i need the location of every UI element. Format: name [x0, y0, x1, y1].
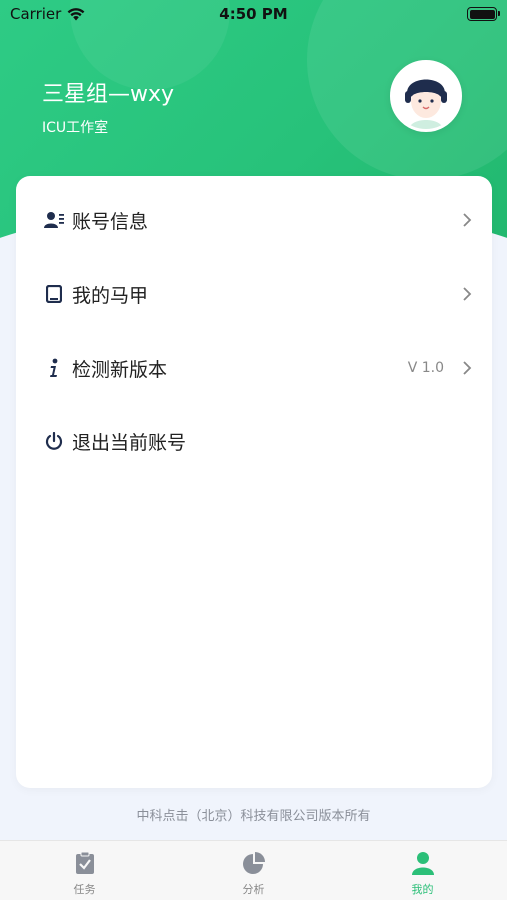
- menu-item-label: 检测新版本: [72, 358, 168, 381]
- menu-item-label: 账号信息: [72, 210, 149, 233]
- menu-item-check-update[interactable]: 检测新版本 V 1.0: [16, 338, 492, 398]
- clipboard-check-icon: [75, 851, 94, 874]
- menu-item-account-info[interactable]: 账号信息: [16, 190, 492, 250]
- chevron-right-icon: [463, 361, 472, 375]
- tab-tasks[interactable]: 任务: [0, 841, 169, 900]
- carrier: Carrier: [10, 5, 85, 23]
- tab-mine[interactable]: 我的: [338, 841, 507, 900]
- chevron-right-icon: [463, 287, 472, 301]
- user-card-icon: [44, 210, 64, 230]
- chevron-right-icon: [463, 213, 472, 227]
- battery-icon: [467, 7, 500, 21]
- avatar-illustration: [393, 63, 459, 129]
- copyright-footer: 中科点击（北京）科技有限公司版本所有: [136, 809, 371, 824]
- person-icon: [411, 852, 434, 875]
- device-icon: [44, 284, 64, 304]
- tab-analysis[interactable]: 分析: [169, 841, 338, 900]
- tab-label: 任务: [73, 883, 96, 896]
- menu-item-label: 我的马甲: [72, 284, 149, 307]
- wifi-icon: [67, 7, 85, 20]
- settings-card: 账号信息 我的马甲 检测新版本 V 1.0 退出当前账号: [16, 176, 492, 788]
- carrier-label: Carrier: [10, 5, 62, 23]
- tab-bar: 任务 分析 我的: [0, 840, 507, 900]
- avatar[interactable]: [390, 60, 462, 132]
- user-name: 三星组—wxy: [42, 82, 175, 107]
- user-subtitle: ICU工作室: [42, 120, 109, 136]
- version-value: V 1.0: [407, 360, 444, 376]
- status-time: 4:50 PM: [219, 5, 288, 23]
- info-icon: [44, 358, 64, 378]
- menu-item-label: 退出当前账号: [72, 431, 187, 454]
- status-bar: Carrier 4:50 PM: [0, 0, 507, 28]
- menu-item-my-alias[interactable]: 我的马甲: [16, 264, 492, 324]
- tab-label: 分析: [242, 883, 265, 896]
- menu-item-logout[interactable]: 退出当前账号: [16, 411, 492, 471]
- power-icon: [44, 431, 64, 451]
- tab-label: 我的: [411, 883, 434, 896]
- pie-chart-icon: [242, 852, 265, 874]
